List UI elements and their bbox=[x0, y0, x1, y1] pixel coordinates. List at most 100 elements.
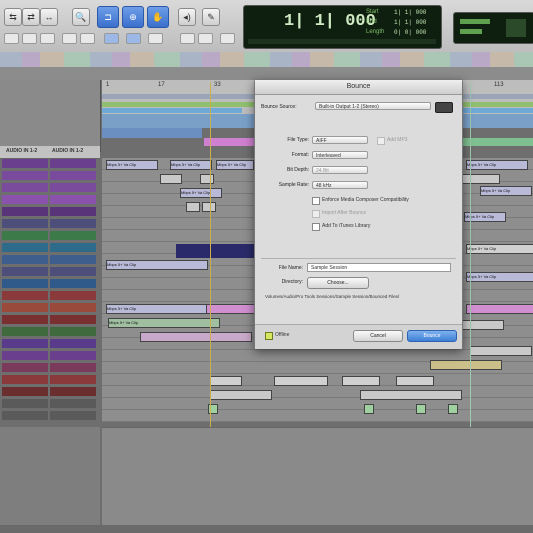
add-mp3-checkbox[interactable] bbox=[377, 137, 385, 145]
import-after-bounce-checkbox[interactable] bbox=[312, 210, 320, 218]
audio-clip[interactable] bbox=[140, 332, 252, 342]
track-row[interactable] bbox=[0, 278, 100, 289]
audio-clip[interactable]: Mbps 5+ Va Clip bbox=[108, 318, 220, 328]
audio-clip[interactable] bbox=[430, 360, 502, 370]
audio-clip[interactable] bbox=[210, 390, 272, 400]
bit-depth-select[interactable]: 24 Bit bbox=[312, 166, 368, 174]
sample-rate-label: Sample Rate: bbox=[278, 182, 309, 188]
audio-clip[interactable] bbox=[360, 390, 462, 400]
horizontal-scrollbar[interactable] bbox=[0, 525, 533, 533]
track-row[interactable] bbox=[0, 374, 100, 385]
track-row[interactable] bbox=[0, 314, 100, 325]
grabber-tool-icon[interactable]: ✋ bbox=[147, 6, 169, 28]
audio-clip[interactable]: Mbps 5+ Va Clip bbox=[106, 304, 208, 314]
choose-directory-button[interactable]: Choose... bbox=[307, 277, 369, 289]
audio-clip[interactable] bbox=[176, 244, 256, 258]
track-row[interactable] bbox=[0, 158, 100, 169]
track-row[interactable] bbox=[0, 206, 100, 217]
scrubber-tool-icon[interactable]: ◂) bbox=[178, 8, 196, 26]
length-value[interactable]: 0| 0| 000 bbox=[394, 29, 426, 36]
audio-clip[interactable]: Mbps 5+ Va Clip bbox=[466, 244, 533, 254]
metronome-icon[interactable] bbox=[506, 19, 526, 37]
end-value[interactable]: 1| 1| 000 bbox=[394, 19, 426, 26]
selector-tool-icon[interactable]: ⊕ bbox=[122, 6, 144, 28]
audio-clip[interactable]: Mbps 5+ Va Clip bbox=[170, 160, 212, 170]
track-row[interactable] bbox=[0, 254, 100, 265]
audio-clip[interactable] bbox=[462, 320, 504, 330]
bounce-source-options-icon[interactable] bbox=[435, 102, 453, 113]
audio-clip[interactable] bbox=[396, 376, 434, 386]
slip-mode-icon[interactable]: ↔ bbox=[40, 8, 58, 26]
audio-clip[interactable]: Mbps 5+ Va Clip bbox=[480, 186, 532, 196]
audio-clip[interactable] bbox=[466, 304, 533, 314]
zoomer-tool-icon[interactable]: 🔍 bbox=[72, 8, 90, 26]
track-row[interactable] bbox=[0, 326, 100, 337]
audio-clip[interactable]: Mbps 5+ Va Clip bbox=[180, 188, 222, 198]
track-row[interactable] bbox=[0, 218, 100, 229]
bounce-source-select[interactable]: Built-in Output 1-2 (Stereo) bbox=[315, 102, 431, 110]
track-row[interactable] bbox=[0, 386, 100, 397]
track-row[interactable] bbox=[0, 194, 100, 205]
track-row[interactable] bbox=[0, 362, 100, 373]
audio-clip[interactable] bbox=[202, 202, 216, 212]
toolbar-small-button[interactable] bbox=[40, 33, 55, 44]
track-row[interactable] bbox=[0, 398, 100, 409]
audio-clip[interactable] bbox=[416, 404, 426, 414]
track-row[interactable] bbox=[0, 182, 100, 193]
audio-clip[interactable]: Mbps 5+ Va Clip bbox=[106, 160, 158, 170]
audio-clip[interactable] bbox=[342, 376, 380, 386]
toolbar-small-button[interactable] bbox=[4, 33, 19, 44]
toolbar-small-button[interactable] bbox=[80, 33, 95, 44]
toolbar-small-button[interactable] bbox=[180, 33, 195, 44]
bounce-button[interactable]: Bounce bbox=[407, 330, 457, 342]
track-row[interactable] bbox=[0, 290, 100, 301]
enforce-compatibility-checkbox[interactable] bbox=[312, 197, 320, 205]
audio-clip[interactable] bbox=[206, 304, 258, 314]
audio-clip[interactable] bbox=[186, 202, 200, 212]
file-type-select[interactable]: AIFF bbox=[312, 136, 368, 144]
toolbar-small-button[interactable] bbox=[104, 33, 119, 44]
audio-clip[interactable] bbox=[210, 376, 242, 386]
track-row[interactable] bbox=[0, 302, 100, 313]
offline-checkbox[interactable] bbox=[265, 332, 273, 340]
format-select[interactable]: Interleaved bbox=[312, 151, 368, 159]
audio-clip[interactable] bbox=[274, 376, 328, 386]
track-row[interactable] bbox=[0, 242, 100, 253]
audio-clip[interactable]: Mbps 5+ Va Clip bbox=[466, 160, 528, 170]
audio-clip[interactable] bbox=[462, 174, 500, 184]
itunes-checkbox[interactable] bbox=[312, 223, 320, 231]
cancel-button[interactable]: Cancel bbox=[353, 330, 403, 342]
toolbar-small-button[interactable] bbox=[126, 33, 141, 44]
mini-counter[interactable] bbox=[453, 12, 533, 44]
track-row[interactable] bbox=[0, 350, 100, 361]
track-row[interactable] bbox=[0, 338, 100, 349]
start-value[interactable]: 1| 1| 000 bbox=[394, 9, 426, 16]
toolbar-small-button[interactable] bbox=[148, 33, 163, 44]
file-name-input[interactable]: Sample Session bbox=[307, 263, 451, 272]
shuffle-mode-icon[interactable]: ⇄ bbox=[22, 8, 40, 26]
audio-clip[interactable] bbox=[200, 174, 214, 184]
audio-clip[interactable]: Mbps 5+ Va Clip bbox=[106, 260, 208, 270]
toolbar-small-button[interactable] bbox=[62, 33, 77, 44]
track-lane[interactable] bbox=[102, 386, 533, 398]
audio-clip[interactable]: Mbps 5+ Va Clip bbox=[216, 160, 254, 170]
toolbar-small-button[interactable] bbox=[198, 33, 213, 44]
track-row[interactable] bbox=[0, 170, 100, 181]
track-row[interactable] bbox=[0, 230, 100, 241]
zoom-mode-icon[interactable]: ⇆ bbox=[4, 8, 22, 26]
toolbar-small-button[interactable] bbox=[220, 33, 235, 44]
audio-clip[interactable] bbox=[160, 174, 182, 184]
toolbar-small-button[interactable] bbox=[22, 33, 37, 44]
trim-tool-icon[interactable]: ⊐ bbox=[97, 6, 119, 28]
main-counter[interactable]: 1| 1| 000 Start 1| 1| 000 End 1| 1| 000 … bbox=[243, 5, 442, 49]
audio-clip[interactable] bbox=[470, 346, 532, 356]
audio-clip[interactable]: Mbps 5+ Va Clip bbox=[466, 272, 533, 282]
track-lane[interactable] bbox=[102, 398, 533, 410]
track-row[interactable] bbox=[0, 266, 100, 277]
sample-rate-select[interactable]: 48 kHz bbox=[312, 181, 368, 189]
audio-clip[interactable] bbox=[448, 404, 458, 414]
audio-clip[interactable] bbox=[364, 404, 374, 414]
track-lane[interactable] bbox=[102, 410, 533, 422]
track-row[interactable] bbox=[0, 410, 100, 421]
pencil-tool-icon[interactable]: ✎ bbox=[202, 8, 220, 26]
